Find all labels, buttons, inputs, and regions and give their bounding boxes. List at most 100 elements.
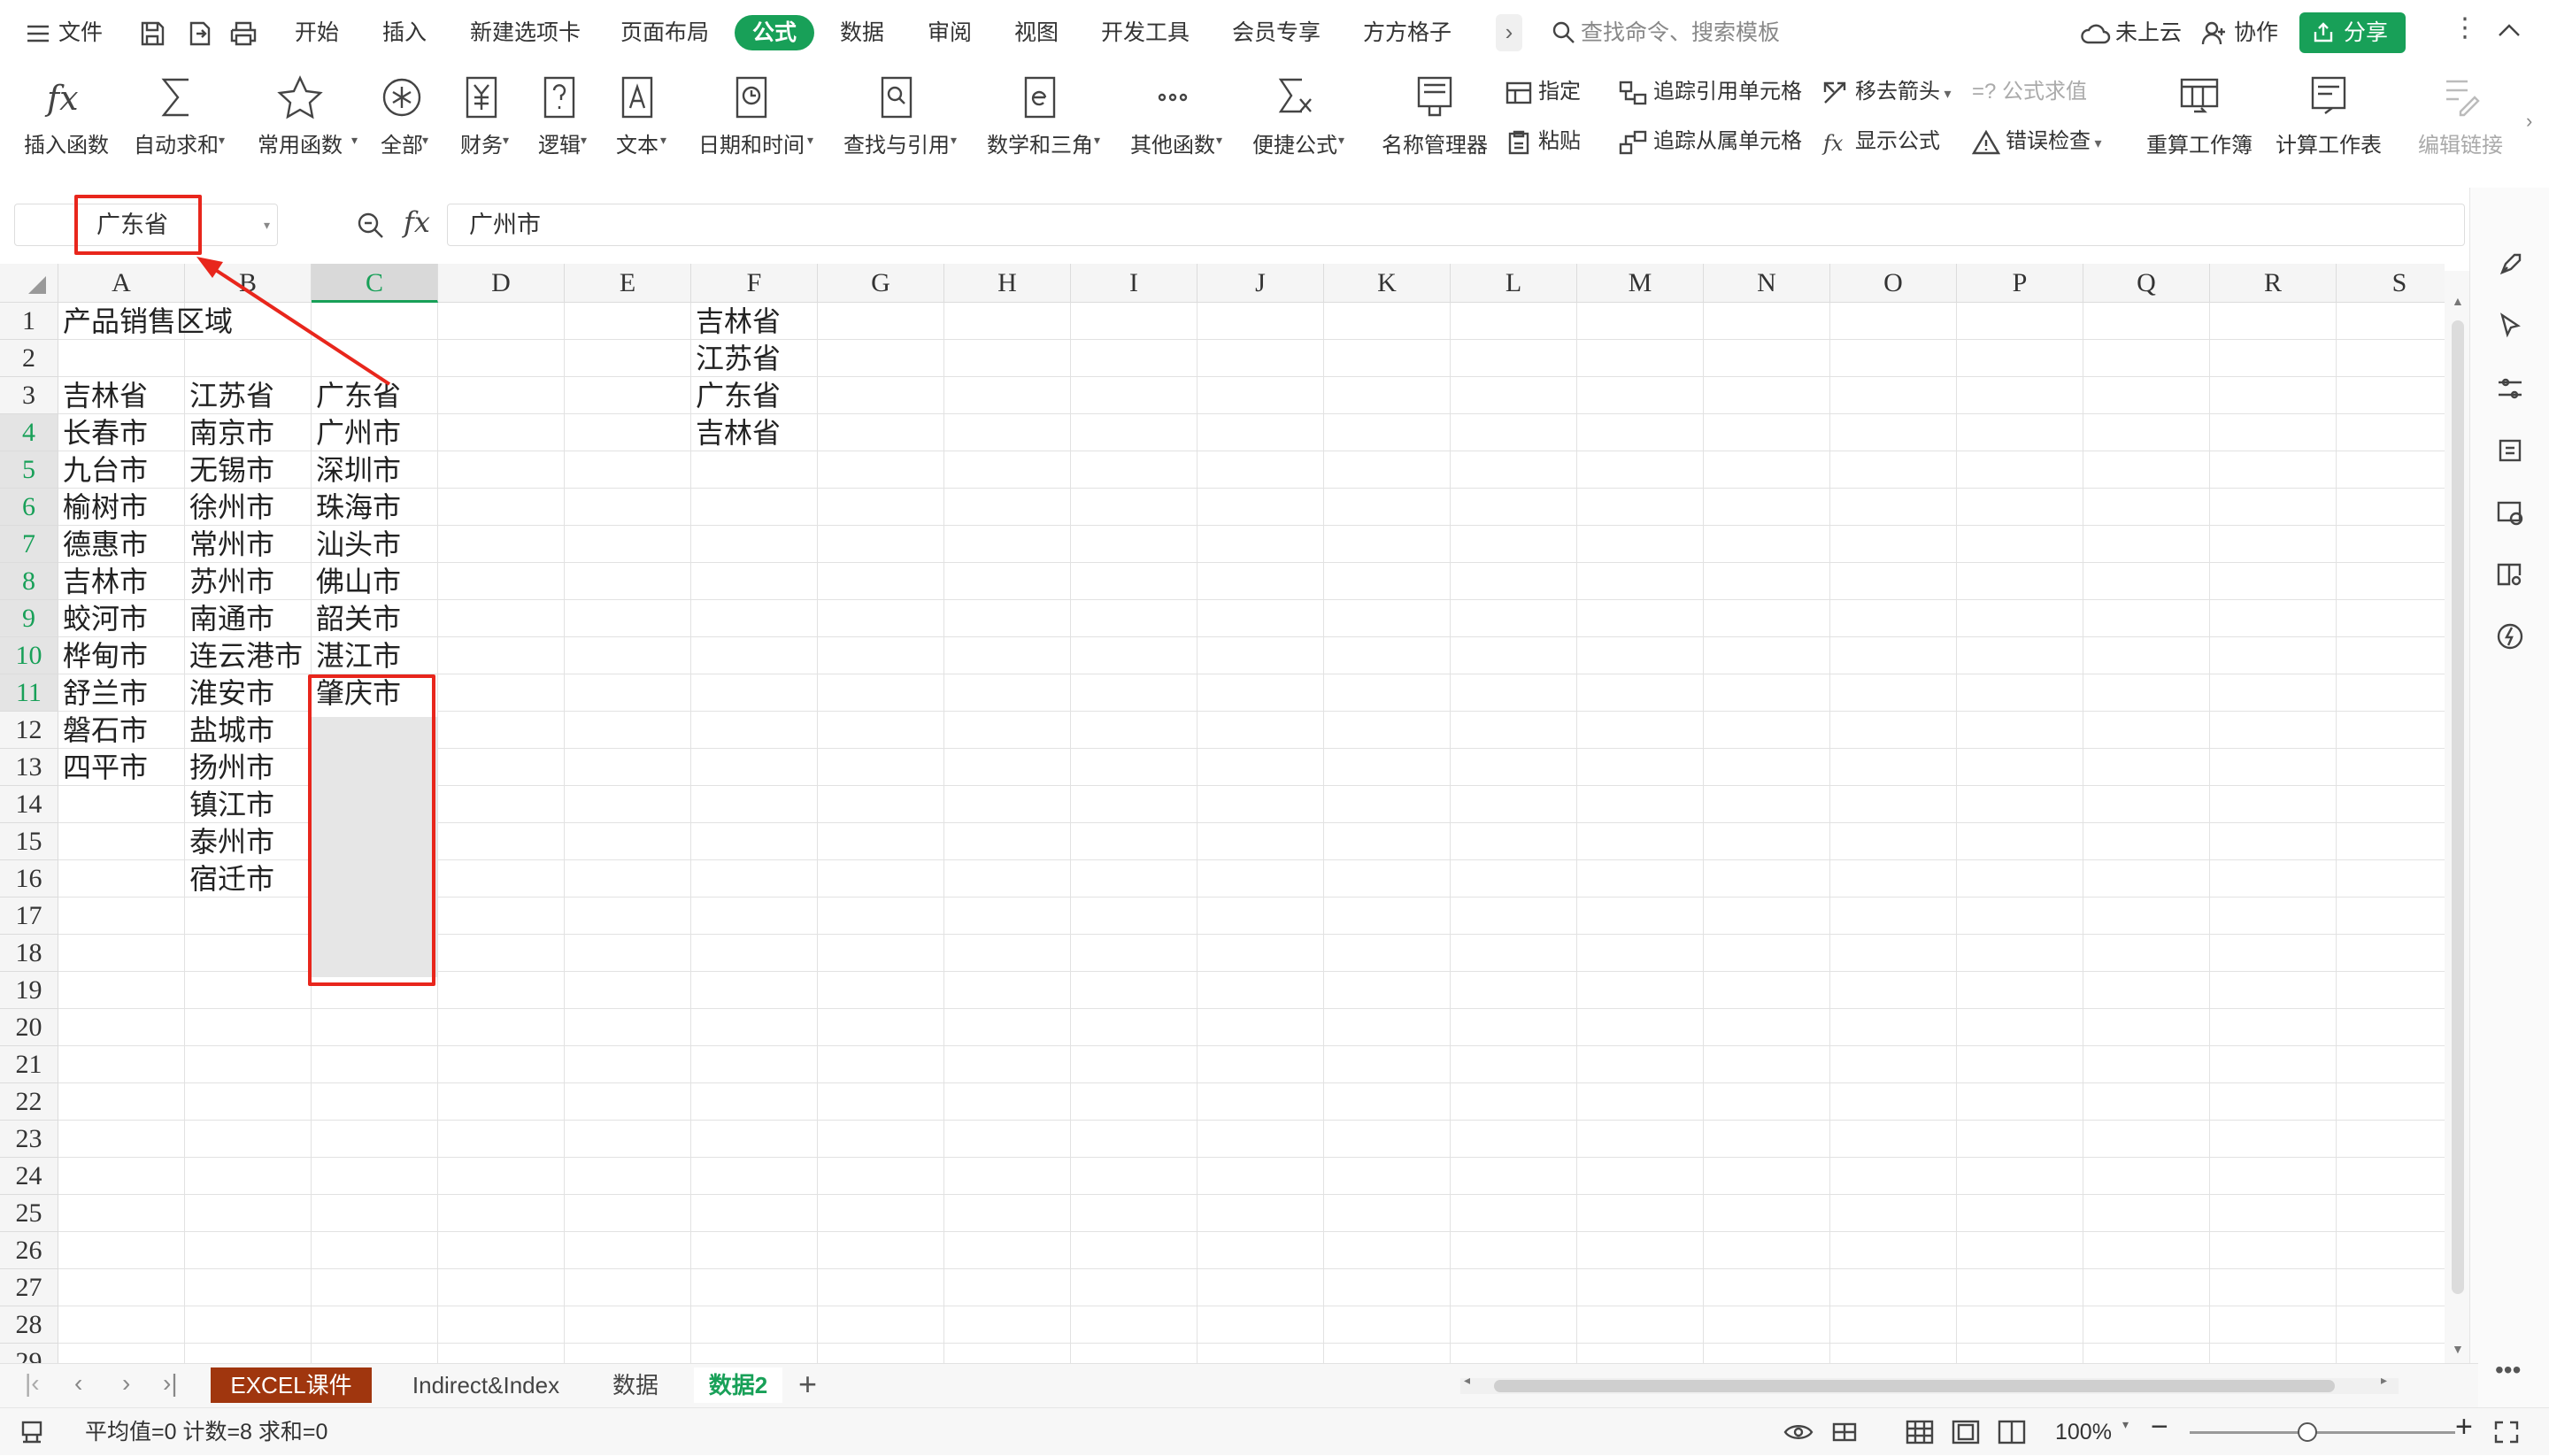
cell-b6[interactable]: 徐州市 bbox=[185, 489, 274, 526]
column-header-k[interactable]: K bbox=[1324, 264, 1451, 303]
paste-name-button[interactable]: 粘贴 bbox=[1505, 126, 1581, 158]
column-header-i[interactable]: I bbox=[1071, 264, 1197, 303]
collaborate-button[interactable]: 协作 bbox=[2234, 0, 2278, 65]
more-options-icon[interactable]: ⋮ bbox=[2452, 12, 2478, 43]
ribbon-scroll-right-icon[interactable]: › bbox=[2526, 110, 2532, 133]
row-header-26[interactable]: 26 bbox=[0, 1232, 58, 1269]
tab-data[interactable]: 数据 bbox=[840, 0, 884, 65]
cell-c9[interactable]: 韶关市 bbox=[312, 600, 401, 637]
zoom-slider[interactable] bbox=[2190, 1431, 2455, 1434]
row-header-13[interactable]: 13 bbox=[0, 749, 58, 786]
macro-icon[interactable] bbox=[18, 1419, 46, 1447]
remove-arrows-button[interactable]: 移去箭头 ▾ bbox=[1821, 76, 1951, 108]
cell-a9[interactable]: 蛟河市 bbox=[58, 600, 148, 637]
column-header-n[interactable]: N bbox=[1704, 264, 1830, 303]
column-header-f[interactable]: F bbox=[691, 264, 818, 303]
zoom-search-icon[interactable] bbox=[356, 211, 386, 241]
sheet-tab-data[interactable]: 数据 bbox=[598, 1367, 673, 1403]
cell-b11[interactable]: 淮安市 bbox=[185, 674, 274, 712]
cell-a8[interactable]: 吉林市 bbox=[58, 563, 148, 600]
row-header-4[interactable]: 4 bbox=[0, 414, 58, 451]
horizontal-scrollbar[interactable]: ◂ ▸ bbox=[1460, 1373, 2399, 1394]
edit-links-button[interactable]: 编辑链接 bbox=[2407, 73, 2514, 158]
next-sheet-icon[interactable]: › bbox=[122, 1369, 130, 1398]
cell-a4[interactable]: 长春市 bbox=[58, 414, 148, 451]
row-header-28[interactable]: 28 bbox=[0, 1306, 58, 1344]
select-all-corner[interactable] bbox=[0, 264, 58, 303]
datetime-button[interactable]: 日期和时间 bbox=[687, 73, 816, 158]
column-header-h[interactable]: H bbox=[944, 264, 1071, 303]
vertical-scrollbar[interactable]: ▲ ▼ bbox=[2445, 271, 2469, 1365]
sliders-icon[interactable] bbox=[2495, 374, 2525, 404]
row-header-10[interactable]: 10 bbox=[0, 637, 58, 674]
scroll-right-icon[interactable]: ▸ bbox=[2381, 1373, 2387, 1388]
assign-name-button[interactable]: 指定 bbox=[1505, 76, 1581, 108]
first-sheet-icon[interactable]: |‹ bbox=[25, 1369, 40, 1398]
cell-b12[interactable]: 盐城市 bbox=[185, 712, 274, 749]
column-header-p[interactable]: P bbox=[1957, 264, 2083, 303]
row-header-11[interactable]: 11 bbox=[0, 674, 58, 712]
column-header-a[interactable]: A bbox=[58, 264, 185, 303]
row-header-27[interactable]: 27 bbox=[0, 1269, 58, 1306]
row-header-15[interactable]: 15 bbox=[0, 823, 58, 860]
insert-function-button[interactable]: fx 插入函数 bbox=[18, 73, 115, 158]
add-sheet-icon[interactable]: + bbox=[798, 1366, 817, 1403]
search-input[interactable]: 查找命令、搜索模板 bbox=[1581, 0, 1780, 65]
column-header-l[interactable]: L bbox=[1451, 264, 1577, 303]
row-header-24[interactable]: 24 bbox=[0, 1158, 58, 1195]
row-header-2[interactable]: 2 bbox=[0, 340, 58, 377]
cell-f1[interactable]: 吉林省 bbox=[691, 303, 781, 340]
sheet-tab-excel-course[interactable]: EXCEL课件 bbox=[211, 1367, 372, 1403]
sheet-tab-indirect-index[interactable]: Indirect&Index bbox=[384, 1367, 588, 1403]
cell-b10[interactable]: 连云港市 bbox=[185, 637, 303, 674]
common-functions-button[interactable]: 常用函数 bbox=[244, 73, 356, 158]
row-header-9[interactable]: 9 bbox=[0, 600, 58, 637]
cell-c4[interactable]: 广州市 bbox=[312, 414, 401, 451]
row-header-14[interactable]: 14 bbox=[0, 786, 58, 823]
zoom-dropdown-icon[interactable]: ▾ bbox=[2122, 1417, 2129, 1432]
cell-b7[interactable]: 常州市 bbox=[185, 526, 274, 563]
name-box-dropdown-icon[interactable]: ▾ bbox=[264, 204, 270, 245]
cell-b5[interactable]: 无锡市 bbox=[185, 451, 274, 489]
column-header-b[interactable]: B bbox=[185, 264, 312, 303]
tab-page-layout[interactable]: 页面布局 bbox=[620, 0, 709, 65]
vertical-scroll-thumb[interactable] bbox=[2452, 320, 2464, 1294]
column-header-e[interactable]: E bbox=[565, 264, 691, 303]
row-header-12[interactable]: 12 bbox=[0, 712, 58, 749]
rocket-icon[interactable] bbox=[2495, 250, 2525, 280]
cell-c6[interactable]: 珠海市 bbox=[312, 489, 401, 526]
column-header-q[interactable]: Q bbox=[2083, 264, 2210, 303]
autosum-button[interactable]: 自动求和 bbox=[124, 73, 228, 158]
scroll-left-icon[interactable]: ◂ bbox=[1464, 1373, 1470, 1388]
fullscreen-icon[interactable] bbox=[2492, 1419, 2521, 1445]
lookup-button[interactable]: 查找与引用 bbox=[832, 73, 961, 158]
other-functions-button[interactable]: 其他函数 bbox=[1117, 73, 1228, 158]
cloud-status-button[interactable]: 未上云 bbox=[2115, 0, 2182, 65]
zoom-out-icon[interactable]: − bbox=[2151, 1410, 2168, 1444]
file-menu[interactable]: 文件 bbox=[25, 0, 103, 65]
prev-sheet-icon[interactable]: ‹ bbox=[74, 1369, 82, 1398]
cell-a5[interactable]: 九台市 bbox=[58, 451, 148, 489]
scroll-down-icon[interactable]: ▼ bbox=[2452, 1342, 2464, 1356]
cell-f3[interactable]: 广东省 bbox=[691, 377, 781, 414]
cursor-icon[interactable] bbox=[2495, 312, 2525, 342]
save-icon[interactable] bbox=[138, 19, 166, 48]
zoom-slider-handle[interactable] bbox=[2298, 1422, 2317, 1442]
row-header-17[interactable]: 17 bbox=[0, 897, 58, 935]
column-header-r[interactable]: R bbox=[2210, 264, 2337, 303]
column-header-c[interactable]: C bbox=[312, 264, 438, 303]
cell-b14[interactable]: 镇江市 bbox=[185, 786, 274, 823]
cell-c3[interactable]: 广东省 bbox=[312, 377, 401, 414]
more-panel-icon[interactable]: ••• bbox=[2495, 1356, 2521, 1384]
row-header-7[interactable]: 7 bbox=[0, 526, 58, 563]
quick-formula-button[interactable]: 便捷公式 bbox=[1239, 73, 1351, 158]
collapse-ribbon-icon[interactable] bbox=[2496, 19, 2522, 41]
row-header-1[interactable]: 1 bbox=[0, 303, 58, 340]
cell-a3[interactable]: 吉林省 bbox=[58, 377, 148, 414]
cell-a7[interactable]: 德惠市 bbox=[58, 526, 148, 563]
tab-review[interactable]: 审阅 bbox=[928, 0, 972, 65]
tab-formulas[interactable]: 公式 bbox=[735, 15, 815, 50]
row-header-22[interactable]: 22 bbox=[0, 1083, 58, 1121]
tab-home[interactable]: 开始 bbox=[295, 0, 339, 65]
row-header-20[interactable]: 20 bbox=[0, 1009, 58, 1046]
